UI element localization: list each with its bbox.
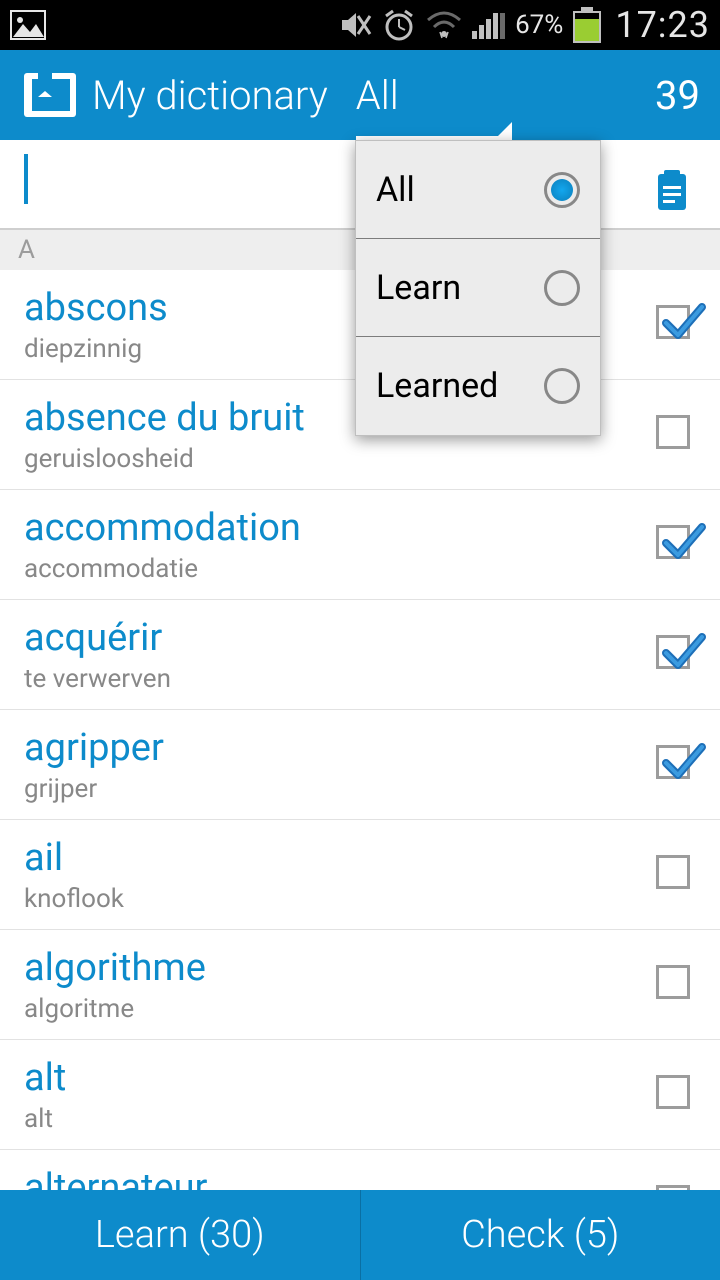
word-count: 39 [655, 72, 700, 119]
word-term: agripper [24, 726, 656, 770]
word-translation: knoflook [24, 884, 656, 914]
dropdown-option-label: All [376, 170, 415, 210]
word-translation: grijper [24, 774, 656, 804]
word-checkbox[interactable] [656, 855, 696, 895]
gallery-icon [10, 10, 46, 40]
section-letter: A [18, 235, 35, 265]
clipboard-icon[interactable] [648, 166, 696, 214]
signal-icon [472, 11, 505, 39]
bottom-bar: Learn (30) Check (5) [0, 1190, 720, 1280]
mute-icon [338, 8, 372, 42]
alarm-icon [382, 8, 416, 42]
word-checkbox[interactable] [656, 635, 696, 675]
word-translation: algoritme [24, 994, 656, 1024]
app-bar: My dictionary All 39 [0, 50, 720, 140]
radio-icon [544, 270, 580, 306]
word-term: alt [24, 1056, 656, 1100]
list-item[interactable]: acquérir te verwerven [0, 600, 720, 710]
word-checkbox[interactable] [656, 1075, 696, 1115]
list-item[interactable]: accommodation accommodatie [0, 490, 720, 600]
list-item[interactable]: algorithme algoritme [0, 930, 720, 1040]
status-bar: 67% 17:23 [0, 0, 720, 50]
dropdown-option-label: Learned [376, 366, 498, 406]
word-checkbox[interactable] [656, 745, 696, 785]
list-item[interactable]: agripper grijper [0, 710, 720, 820]
radio-icon [544, 172, 580, 208]
radio-icon [544, 368, 580, 404]
word-term: acquérir [24, 616, 656, 660]
word-translation: geruisloosheid [24, 444, 656, 474]
battery-icon [573, 7, 601, 43]
battery-percent: 67% [515, 10, 563, 40]
dropdown-option-label: Learn [376, 268, 461, 308]
filter-spinner[interactable]: All [356, 50, 519, 140]
word-term: accommodation [24, 506, 656, 550]
app-logo-icon[interactable] [20, 65, 80, 125]
dropdown-option[interactable]: Learned [356, 337, 600, 435]
word-checkbox[interactable] [656, 305, 696, 345]
word-term: algorithme [24, 946, 656, 990]
word-checkbox[interactable] [656, 415, 696, 455]
dropdown-option[interactable]: Learn [356, 239, 600, 337]
word-translation: accommodatie [24, 554, 656, 584]
word-term: ail [24, 836, 656, 880]
word-checkbox[interactable] [656, 525, 696, 565]
list-item[interactable]: ail knoflook [0, 820, 720, 930]
dropdown-option[interactable]: All [356, 141, 600, 239]
word-checkbox[interactable] [656, 965, 696, 1005]
filter-dropdown: All Learn Learned [355, 140, 601, 436]
app-title: My dictionary [92, 72, 328, 119]
list-item[interactable]: alt alt [0, 1040, 720, 1150]
word-translation: te verwerven [24, 664, 656, 694]
filter-spinner-label: All [356, 72, 399, 119]
learn-button[interactable]: Learn (30) [0, 1190, 360, 1280]
text-cursor [24, 154, 28, 204]
word-translation: alt [24, 1104, 656, 1134]
clock-time: 17:23 [615, 4, 710, 46]
check-button[interactable]: Check (5) [361, 1190, 720, 1280]
wifi-icon [426, 10, 462, 40]
